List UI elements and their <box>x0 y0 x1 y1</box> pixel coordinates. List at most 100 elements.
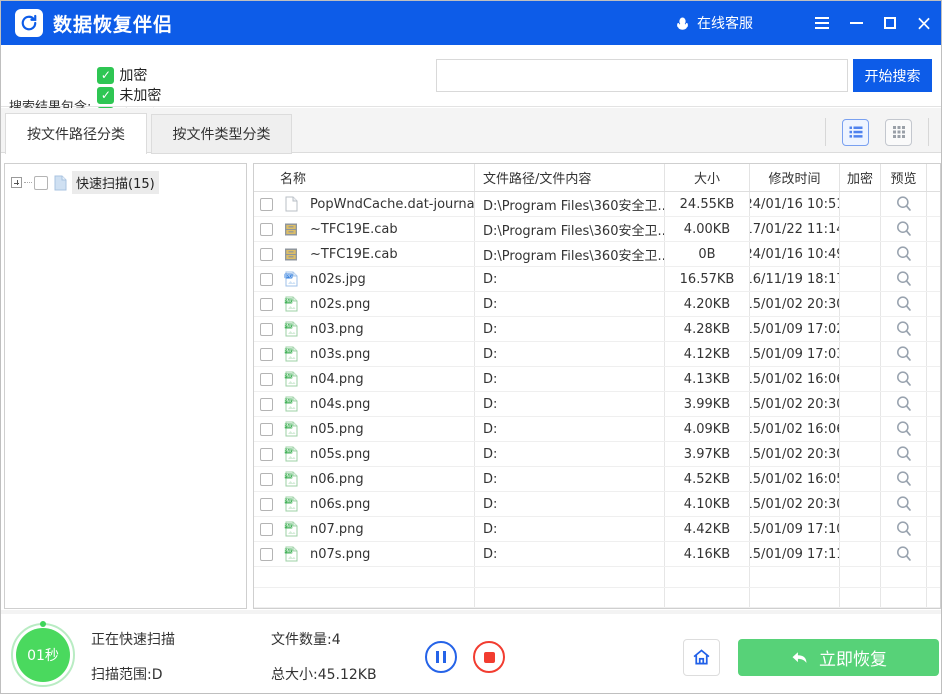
preview-button[interactable] <box>895 320 913 338</box>
preview-button[interactable] <box>895 420 913 438</box>
row-checkbox[interactable] <box>260 423 273 436</box>
tree-expander-icon[interactable] <box>11 177 22 188</box>
row-checkbox[interactable] <box>260 323 273 336</box>
row-checkbox[interactable] <box>260 273 273 286</box>
tab-by-file-type[interactable]: 按文件类型分类 <box>151 114 292 154</box>
hamburger-icon <box>815 17 829 29</box>
table-row[interactable]: PNGn04s.pngD:3.99KB15/01/02 20:30 <box>254 392 940 417</box>
preview-button[interactable] <box>895 270 913 288</box>
column-header-preview[interactable]: 预览 <box>881 164 927 191</box>
row-checkbox[interactable] <box>260 298 273 311</box>
home-button[interactable] <box>683 639 720 676</box>
table-row[interactable]: PNGn03s.pngD:4.12KB15/01/09 17:03 <box>254 342 940 367</box>
menu-button[interactable] <box>805 1 839 45</box>
scrollbar-gutter <box>927 164 940 191</box>
table-row[interactable]: PNGn07s.pngD:4.16KB15/01/09 17:11 <box>254 542 940 567</box>
file-path: D: <box>475 492 665 516</box>
scrollbar-gutter <box>927 342 940 366</box>
preview-button[interactable] <box>895 345 913 363</box>
file-modified: 15/01/09 17:02 <box>750 317 840 341</box>
maximize-button[interactable] <box>873 1 907 45</box>
file-encrypted <box>840 417 881 441</box>
preview-button[interactable] <box>895 245 913 263</box>
table-row[interactable]: PNGn05s.pngD:3.97KB15/01/02 20:30 <box>254 442 940 467</box>
row-checkbox[interactable] <box>260 473 273 486</box>
row-checkbox[interactable] <box>260 248 273 261</box>
file-modified: 15/01/09 17:11 <box>750 542 840 566</box>
table-row[interactable]: PNGn02s.pngD:4.20KB15/01/02 20:30 <box>254 292 940 317</box>
preview-button[interactable] <box>895 370 913 388</box>
row-checkbox[interactable] <box>260 448 273 461</box>
column-header-encrypted[interactable]: 加密 <box>840 164 881 191</box>
file-name: n06.png <box>304 467 475 491</box>
column-header-modified[interactable]: 修改时间 <box>750 164 840 191</box>
list-view-button[interactable] <box>842 119 869 146</box>
table-row[interactable]: PNGn06.pngD:4.52KB15/01/02 16:05 <box>254 467 940 492</box>
column-header-name[interactable]: 名称 <box>254 164 475 191</box>
minimize-button[interactable] <box>839 1 873 45</box>
table-row[interactable]: PNGn07.pngD:4.42KB15/01/09 17:10 <box>254 517 940 542</box>
table-row[interactable]: PNGn03.pngD:4.28KB15/01/09 17:02 <box>254 317 940 342</box>
row-checkbox[interactable] <box>260 223 273 236</box>
file-name: n05s.png <box>304 442 475 466</box>
close-button[interactable]: × <box>907 1 941 45</box>
table-row[interactable]: ~TFC19E.cabD:\Program Files\360安全卫...4.0… <box>254 217 940 242</box>
empty-table-row <box>254 588 940 609</box>
pause-scan-button[interactable] <box>425 641 457 673</box>
row-checkbox[interactable] <box>260 348 273 361</box>
scan-timer-ring: 01秒 <box>11 623 75 687</box>
search-option-label: 未加密 <box>119 85 161 105</box>
table-row[interactable]: PNGn05.pngD:4.09KB15/01/02 16:06 <box>254 417 940 442</box>
search-row: 搜索结果包含: ✓加密✓未加密✓文件名文档内容 开始搜索 <box>1 45 941 107</box>
table-row[interactable]: JPGn02s.jpgD:16.57KB16/11/19 18:17 <box>254 267 940 292</box>
svg-text:PNG: PNG <box>284 299 293 304</box>
start-search-button[interactable]: 开始搜索 <box>853 59 932 92</box>
row-checkbox[interactable] <box>260 548 273 561</box>
file-count-text: 文件数量:4 <box>271 629 341 649</box>
table-row[interactable]: PNGn06s.pngD:4.10KB15/01/02 20:30 <box>254 492 940 517</box>
divider <box>825 118 826 146</box>
file-encrypted <box>840 492 881 516</box>
column-header-size[interactable]: 大小 <box>665 164 750 191</box>
preview-button[interactable] <box>895 395 913 413</box>
search-option-1[interactable]: ✓未加密 <box>97 85 175 105</box>
file-name: n07s.png <box>304 542 475 566</box>
preview-button[interactable] <box>895 470 913 488</box>
table-row[interactable]: ~TFC19E.cabD:\Program Files\360安全卫...0B2… <box>254 242 940 267</box>
file-path: D:\Program Files\360安全卫... <box>475 242 665 266</box>
row-checkbox[interactable] <box>260 198 273 211</box>
file-modified: 15/01/02 20:30 <box>750 442 840 466</box>
scrollbar-gutter <box>927 467 940 491</box>
preview-button[interactable] <box>895 445 913 463</box>
file-size: 4.28KB <box>665 317 750 341</box>
tree-node-quick-scan[interactable]: 快速扫描(15) <box>11 171 246 194</box>
row-checkbox[interactable] <box>260 523 273 536</box>
tree-connector <box>24 182 32 183</box>
file-type-png-icon: PNG <box>278 467 304 491</box>
stop-scan-button[interactable] <box>473 641 505 673</box>
preview-button[interactable] <box>895 520 913 538</box>
file-encrypted <box>840 467 881 491</box>
online-support-button[interactable]: 在线客服 <box>675 13 753 33</box>
file-modified: 16/11/19 18:17 <box>750 267 840 291</box>
grid-view-button[interactable] <box>885 119 912 146</box>
row-checkbox[interactable] <box>260 398 273 411</box>
row-checkbox[interactable] <box>260 498 273 511</box>
tree-checkbox[interactable] <box>34 176 48 190</box>
preview-button[interactable] <box>895 295 913 313</box>
preview-button[interactable] <box>895 495 913 513</box>
table-row[interactable]: PopWndCache.dat-journalD:\Program Files\… <box>254 192 940 217</box>
search-input[interactable] <box>436 59 848 92</box>
preview-button[interactable] <box>895 195 913 213</box>
file-size: 4.16KB <box>665 542 750 566</box>
status-bar: 01秒 正在快速扫描 扫描范围:D 文件数量:4 总大小:45.12KB 立即恢… <box>1 614 941 694</box>
file-name: n07.png <box>304 517 475 541</box>
search-option-0[interactable]: ✓加密 <box>97 65 175 85</box>
recover-now-button[interactable]: 立即恢复 <box>738 639 939 676</box>
preview-button[interactable] <box>895 545 913 563</box>
row-checkbox[interactable] <box>260 373 273 386</box>
tab-by-file-path[interactable]: 按文件路径分类 <box>5 113 147 154</box>
preview-button[interactable] <box>895 220 913 238</box>
column-header-path[interactable]: 文件路径/文件内容 <box>475 164 665 191</box>
table-row[interactable]: PNGn04.pngD:4.13KB15/01/02 16:06 <box>254 367 940 392</box>
